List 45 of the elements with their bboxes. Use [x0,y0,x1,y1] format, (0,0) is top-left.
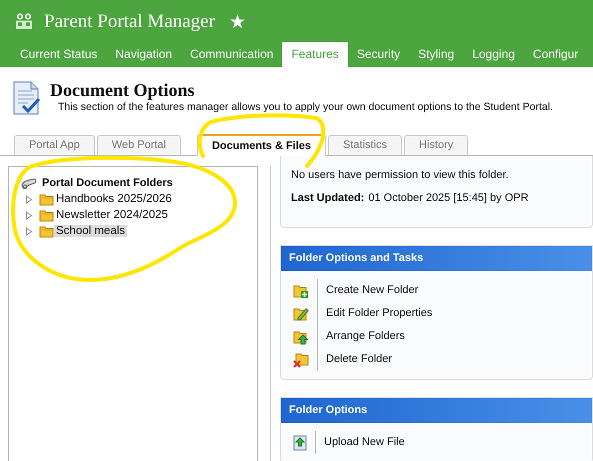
nav-tab[interactable]: Navigation [106,42,182,67]
panel-header: Folder Options and Tasks [281,246,592,271]
expand-icon[interactable] [25,194,33,204]
panel-header: Folder Options [281,398,592,423]
page-description: This section of the features manager allows you to apply your own document options to the Student Portal. [58,101,553,113]
nav-tab[interactable]: Configur [524,42,588,67]
page-title: Document Options [50,80,196,101]
folder-pencil-icon [293,306,309,322]
nav-tab[interactable]: Features [282,42,348,67]
task-link[interactable]: Create New Folder [317,279,418,302]
folder-icon [39,224,54,238]
tab[interactable]: Portal App [14,135,95,155]
expand-icon[interactable] [25,210,33,220]
people-icon [14,12,34,30]
folder-arrow-icon [293,328,309,344]
upload-file-icon [293,434,307,450]
nav-tab[interactable]: Styling [409,42,464,67]
nav-tab[interactable]: Security [348,42,410,67]
task-link[interactable]: Upload New File [315,431,405,454]
tab[interactable]: History [404,135,468,155]
task-link[interactable]: Delete Folder [317,348,392,371]
star-icon[interactable]: ★ [228,10,246,34]
tab[interactable]: Documents & Files [196,134,326,156]
folder-icon [39,192,54,206]
updated-label: Last Updated: [291,192,364,204]
expand-icon[interactable] [25,226,33,236]
folder-cross-icon [293,352,309,368]
tree-root-label[interactable]: Portal Document Folders [42,177,173,189]
folder-plus-icon [293,282,309,298]
document-check-icon [12,81,42,115]
folder-item[interactable]: School meals [54,225,128,237]
link-icon [21,177,37,189]
permission-text: No users have permission to view this folder. [291,169,510,181]
folder-icon [39,208,54,222]
updated-value: 01 October 2025 [15:45] by OPR [368,192,529,204]
app-title: Parent Portal Manager [44,10,215,32]
nav-tab[interactable]: Current Status [11,42,106,67]
folder-item[interactable]: Newsletter 2024/2025 [54,209,170,221]
nav-tab[interactable]: Communication [181,42,282,67]
folder-item[interactable]: Handbooks 2025/2026 [54,193,174,205]
task-link[interactable]: Edit Folder Properties [317,302,432,325]
task-link[interactable]: Arrange Folders [317,325,405,348]
nav-tab[interactable]: Logging [463,42,524,67]
tab[interactable]: Web Portal [96,135,181,155]
tab[interactable]: Statistics [328,135,402,155]
